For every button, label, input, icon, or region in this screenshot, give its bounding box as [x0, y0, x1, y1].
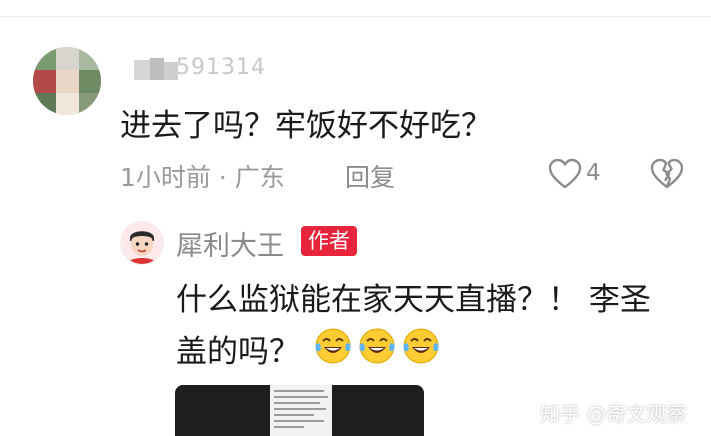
tears-of-joy-emoji-1 — [315, 328, 351, 364]
reply-text-line-2: 盖的吗？ — [176, 334, 300, 370]
commenter-avatar[interactable] — [33, 47, 101, 115]
attached-image[interactable] — [175, 385, 424, 436]
comment-text: 进去了吗？牢饭好不好吃？ — [120, 108, 492, 144]
author-badge: 作者 — [301, 226, 357, 256]
author-username[interactable]: 犀利大王 — [176, 224, 284, 263]
author-avatar-illustration — [121, 222, 163, 264]
heart-outline-icon[interactable] — [548, 158, 582, 190]
author-avatar[interactable] — [120, 221, 164, 265]
broken-heart-icon[interactable] — [650, 158, 684, 190]
tears-of-joy-emoji-2 — [359, 328, 395, 364]
attached-document-thumbnail — [270, 385, 332, 436]
comment-meta: 1小时前 · 广东 — [120, 163, 285, 192]
reply-text-line-1: 什么监狱能在家天天直播？！ 李圣 — [176, 282, 651, 318]
reply-button[interactable]: 回复 — [345, 158, 395, 194]
commenter-username[interactable]: 591314 — [176, 55, 266, 80]
tears-of-joy-emoji-3 — [403, 328, 439, 364]
watermark: 知乎 @奇文观察 — [540, 402, 687, 426]
like-count: 4 — [586, 160, 601, 186]
top-divider — [0, 16, 711, 17]
